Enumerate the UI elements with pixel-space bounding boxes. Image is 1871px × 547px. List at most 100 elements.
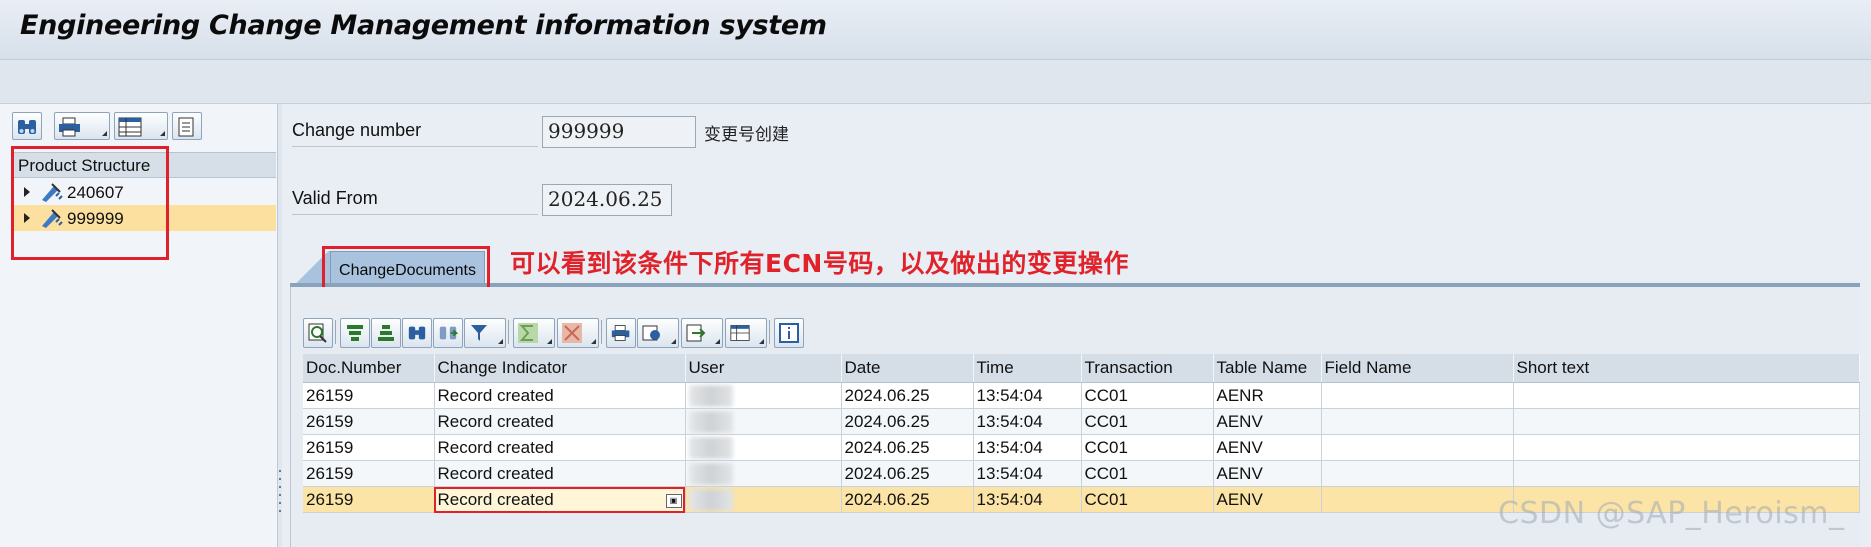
cell-short-text[interactable] xyxy=(1513,408,1860,435)
cell-time[interactable]: 13:54:04 xyxy=(973,486,1082,513)
cell-user[interactable] xyxy=(685,486,842,513)
cell-user[interactable] xyxy=(685,408,842,435)
find-next-button[interactable] xyxy=(433,318,463,348)
layout-button[interactable] xyxy=(114,112,168,140)
cell-field-name[interactable] xyxy=(1321,460,1514,487)
column-header-user[interactable]: User xyxy=(685,354,842,383)
cell-transaction[interactable]: CC01 xyxy=(1081,382,1214,409)
cell-time[interactable]: 13:54:04 xyxy=(973,382,1082,409)
cell-date[interactable]: 2024.06.25 xyxy=(841,434,974,461)
cell-table-name[interactable]: AENV xyxy=(1213,408,1322,435)
subtotals-button[interactable] xyxy=(557,318,599,348)
subtotal-icon xyxy=(562,323,582,343)
cell-change-indicator[interactable]: Record created xyxy=(434,382,686,409)
column-header-transaction[interactable]: Transaction xyxy=(1081,354,1214,383)
layout-button[interactable] xyxy=(725,318,767,348)
table-row[interactable]: 26159 Record created 2024.06.25 13:54:04… xyxy=(303,460,1860,487)
cell-doc-number[interactable]: 26159 xyxy=(303,460,435,487)
document-icon xyxy=(178,117,194,137)
export-button[interactable] xyxy=(681,318,723,348)
document-button[interactable] xyxy=(172,112,202,140)
cell-table-name[interactable]: AENR xyxy=(1213,382,1322,409)
title-bar: Engineering Change Management informatio… xyxy=(0,0,1871,60)
redacted-user xyxy=(688,436,733,459)
change-number-field[interactable]: 999999 xyxy=(542,116,696,148)
label-underline xyxy=(292,214,538,215)
cell-change-indicator[interactable]: Record created xyxy=(434,408,686,435)
cell-doc-number[interactable]: 26159 xyxy=(303,408,435,435)
cell-table-name[interactable]: AENV xyxy=(1213,460,1322,487)
cell-transaction[interactable]: CC01 xyxy=(1081,460,1214,487)
cell-change-indicator[interactable]: Record created xyxy=(434,434,686,461)
cell-table-name[interactable]: AENV xyxy=(1213,486,1322,513)
cell-doc-number[interactable]: 26159 xyxy=(303,486,435,513)
redacted-user xyxy=(688,462,733,485)
window-title: Engineering Change Management informatio… xyxy=(20,10,827,41)
cell-transaction[interactable]: CC01 xyxy=(1081,486,1214,513)
total-button[interactable] xyxy=(513,318,555,348)
cell-short-text[interactable] xyxy=(1513,382,1860,409)
cell-transaction[interactable]: CC01 xyxy=(1081,434,1214,461)
grid-toolbar xyxy=(303,318,843,348)
print-button[interactable] xyxy=(54,112,110,140)
table-row[interactable]: 26159 Record created 2024.06.25 13:54:04… xyxy=(303,408,1860,435)
cell-time[interactable]: 13:54:04 xyxy=(973,460,1082,487)
change-number-label: Change number xyxy=(292,120,422,140)
layout-icon xyxy=(118,117,142,137)
cell-change-indicator[interactable]: Record created xyxy=(434,460,686,487)
cell-date[interactable]: 2024.06.25 xyxy=(841,382,974,409)
highlight-box-tree xyxy=(11,146,169,260)
layout-icon xyxy=(730,325,750,341)
cell-user[interactable] xyxy=(685,460,842,487)
views-button[interactable] xyxy=(637,318,679,348)
cell-user[interactable] xyxy=(685,382,842,409)
find-button[interactable] xyxy=(402,318,432,348)
cell-text: Record created xyxy=(437,489,554,509)
table-row[interactable]: 26159 Record created 2024.06.25 13:54:04… xyxy=(303,434,1860,461)
cell-date[interactable]: 2024.06.25 xyxy=(841,486,974,513)
value-help-icon[interactable]: ▣ xyxy=(665,493,682,508)
column-header-short-text[interactable]: Short text xyxy=(1513,354,1860,383)
column-header-doc-number[interactable]: Doc.Number xyxy=(303,354,435,383)
details-button[interactable] xyxy=(303,318,333,348)
column-header-table-name[interactable]: Table Name xyxy=(1213,354,1322,383)
filter-button[interactable] xyxy=(464,318,506,348)
information-button[interactable] xyxy=(774,318,804,348)
cell-table-name[interactable]: AENV xyxy=(1213,434,1322,461)
column-header-change-indicator[interactable]: Change Indicator xyxy=(434,354,686,383)
cell-field-name[interactable] xyxy=(1321,382,1514,409)
valid-from-field[interactable]: 2024.06.25 xyxy=(542,184,672,216)
sort-ascending-icon xyxy=(347,325,363,341)
cell-transaction[interactable]: CC01 xyxy=(1081,408,1214,435)
cell-date[interactable]: 2024.06.25 xyxy=(841,408,974,435)
watermark: CSDN @SAP_Heroism_ xyxy=(1498,496,1845,531)
sum-icon xyxy=(518,323,538,343)
views-icon xyxy=(642,325,660,341)
cell-date[interactable]: 2024.06.25 xyxy=(841,460,974,487)
column-header-field-name[interactable]: Field Name xyxy=(1321,354,1514,383)
cell-time[interactable]: 13:54:04 xyxy=(973,408,1082,435)
cell-short-text[interactable] xyxy=(1513,460,1860,487)
binoculars-next-icon xyxy=(439,326,458,340)
cell-user[interactable] xyxy=(685,434,842,461)
dropdown-arrow-icon xyxy=(102,131,107,136)
find-button[interactable] xyxy=(12,112,42,140)
redacted-user xyxy=(688,384,733,407)
cell-time[interactable]: 13:54:04 xyxy=(973,434,1082,461)
column-header-time[interactable]: Time xyxy=(973,354,1082,383)
cell-field-name[interactable] xyxy=(1321,434,1514,461)
application-toolbar xyxy=(0,60,1871,104)
table-row[interactable]: 26159 Record created 2024.06.25 13:54:04… xyxy=(303,382,1860,409)
sort-descending-button[interactable] xyxy=(371,318,401,348)
export-icon xyxy=(686,324,706,342)
print-preview-button[interactable] xyxy=(606,318,636,348)
dropdown-arrow-icon xyxy=(671,339,676,344)
cell-doc-number[interactable]: 26159 xyxy=(303,382,435,409)
sort-ascending-button[interactable] xyxy=(340,318,370,348)
cell-doc-number[interactable]: 26159 xyxy=(303,434,435,461)
cell-field-name[interactable] xyxy=(1321,408,1514,435)
cell-short-text[interactable] xyxy=(1513,434,1860,461)
cell-change-indicator-focused[interactable]: Record created ▣ xyxy=(434,486,686,513)
column-header-date[interactable]: Date xyxy=(841,354,974,383)
cell-field-name[interactable] xyxy=(1321,486,1514,513)
